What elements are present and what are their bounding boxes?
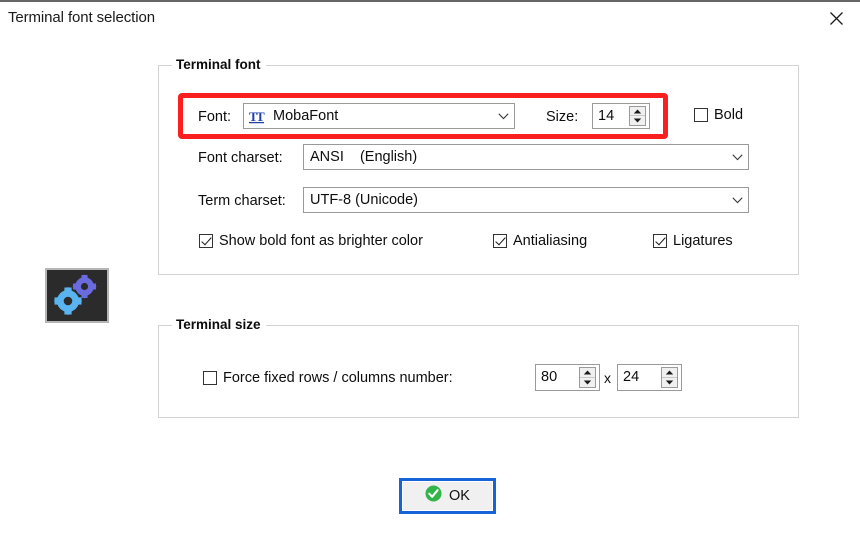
font-charset-label: Font charset: [198, 150, 283, 166]
bold-checkbox-label: Bold [714, 107, 744, 123]
window-title: Terminal font selection [8, 9, 155, 26]
size-separator: x [604, 370, 611, 386]
term-charset-value: UTF-8 (Unicode) [310, 192, 418, 208]
antialiasing-checkbox-box[interactable] [493, 234, 507, 249]
svg-text:T: T [256, 109, 265, 124]
font-combobox[interactable]: T T MobaFont [243, 103, 515, 129]
bold-checkbox[interactable]: Bold [694, 108, 743, 123]
stepper-up-icon[interactable] [580, 368, 595, 378]
terminal-font-group-legend: Terminal font [172, 57, 266, 72]
show-bold-brighter-checkbox-label: Show bold font as brighter color [219, 233, 423, 249]
truetype-font-icon: T T [247, 107, 267, 125]
stepper-up-icon[interactable] [662, 368, 677, 378]
title-bar: Terminal font selection [0, 2, 860, 36]
ligatures-checkbox-label: Ligatures [673, 233, 733, 249]
stepper-down-icon[interactable] [662, 377, 677, 387]
font-charset-value: ANSI (English) [310, 149, 418, 165]
terminal-size-group-legend: Terminal size [172, 317, 266, 332]
columns-value: 80 [541, 369, 558, 386]
bold-checkbox-box[interactable] [694, 108, 708, 123]
close-icon[interactable] [812, 2, 860, 34]
green-check-circle-icon [425, 485, 442, 507]
font-label: Font: [198, 109, 232, 125]
force-fixed-size-checkbox-label: Force fixed rows / columns number: [223, 370, 453, 386]
columns-stepper[interactable]: 80 [535, 364, 600, 391]
rows-value: 24 [623, 369, 640, 386]
term-charset-label: Term charset: [198, 193, 286, 209]
force-fixed-size-checkbox-box[interactable] [203, 371, 217, 386]
stepper-up-icon[interactable] [630, 107, 645, 116]
size-label: Size: [546, 109, 579, 125]
dialog-window: Terminal font selection Terminal font Fo… [0, 0, 860, 533]
rows-stepper-buttons[interactable] [661, 367, 678, 388]
ligatures-checkbox[interactable]: Ligatures [653, 234, 733, 249]
chevron-down-icon[interactable] [726, 153, 748, 161]
gears-icon [45, 268, 109, 323]
font-combobox-value: MobaFont [273, 108, 339, 124]
ligatures-checkbox-box[interactable] [653, 234, 667, 249]
stepper-down-icon[interactable] [630, 116, 645, 125]
font-charset-combobox[interactable]: ANSI (English) [303, 144, 749, 170]
chevron-down-icon[interactable] [492, 112, 514, 120]
stepper-down-icon[interactable] [580, 377, 595, 387]
force-fixed-size-checkbox[interactable]: Force fixed rows / columns number: [203, 371, 453, 386]
ok-button[interactable]: OK [399, 478, 496, 514]
antialiasing-checkbox-label: Antialiasing [513, 233, 588, 249]
chevron-down-icon[interactable] [726, 196, 748, 204]
columns-stepper-buttons[interactable] [579, 367, 596, 388]
show-bold-brighter-checkbox-box[interactable] [199, 234, 213, 249]
font-size-stepper[interactable]: 14 [592, 103, 650, 129]
ok-button-label: OK [449, 487, 470, 504]
font-size-value: 14 [598, 107, 615, 124]
rows-stepper[interactable]: 24 [617, 364, 682, 391]
antialiasing-checkbox[interactable]: Antialiasing [493, 234, 587, 249]
ok-button-inner: OK [402, 481, 493, 511]
term-charset-combobox[interactable]: UTF-8 (Unicode) [303, 187, 749, 213]
font-size-stepper-buttons[interactable] [629, 106, 646, 126]
show-bold-brighter-checkbox[interactable]: Show bold font as brighter color [199, 234, 423, 249]
